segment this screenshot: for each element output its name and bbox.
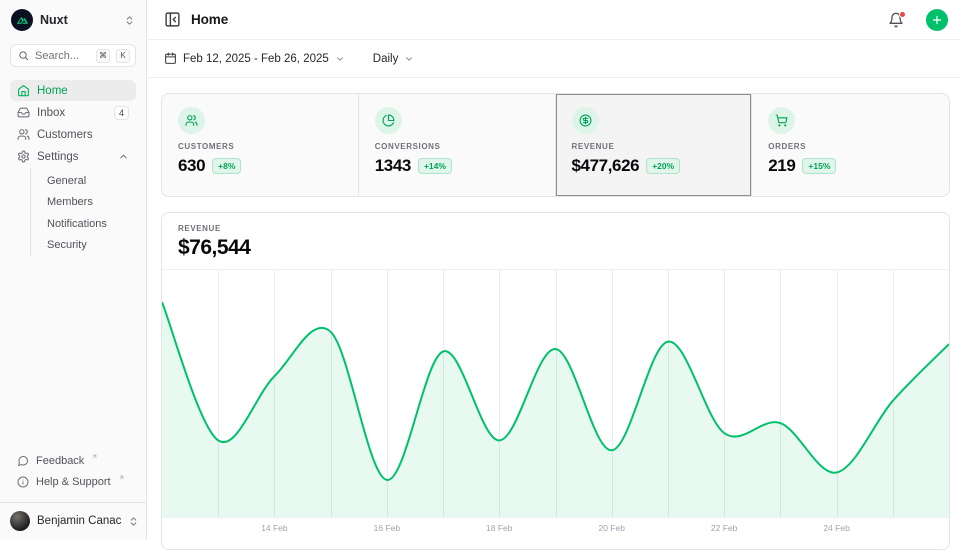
shopping-cart-icon <box>775 114 788 127</box>
collapse-sidebar-button[interactable] <box>164 11 181 28</box>
sidebar-item-members[interactable]: Members <box>31 192 136 214</box>
sidebar: Nuxt Search... ⌘ K Home Inbox 4 Customer… <box>0 0 147 540</box>
sidebar-item-label: Inbox <box>37 107 65 119</box>
granularity-value: Daily <box>373 53 399 65</box>
inbox-count-badge: 4 <box>114 106 129 120</box>
revenue-chart-card: REVENUE $76,544 14 Feb 16 Feb 18 Feb 20 … <box>161 212 950 550</box>
workspace-switcher[interactable]: Nuxt <box>8 9 138 31</box>
workspace-name: Nuxt <box>40 13 117 27</box>
stat-label: CONVERSIONS <box>375 142 539 151</box>
search-placeholder: Search... <box>35 50 90 62</box>
sidebar-item-settings[interactable]: Settings <box>10 146 136 167</box>
users-icon <box>185 114 198 127</box>
nuxt-logo <box>11 9 33 31</box>
stat-label: REVENUE <box>572 142 736 151</box>
sidebar-item-notifications[interactable]: Notifications <box>31 213 136 235</box>
stat-value: 630 <box>178 156 205 176</box>
sidebar-item-general[interactable]: General <box>31 170 136 192</box>
chart-current-value: $76,544 <box>178 236 933 260</box>
chevron-down-icon <box>404 54 414 64</box>
info-icon <box>17 476 29 488</box>
circle-dollar-icon <box>579 114 592 127</box>
chevron-up-icon <box>118 151 129 162</box>
plus-icon <box>931 14 943 26</box>
stat-label: CUSTOMERS <box>178 142 342 151</box>
stat-label: ORDERS <box>768 142 933 151</box>
stat-delta-badge: +20% <box>646 158 680 174</box>
revenue-chart-header: REVENUE $76,544 <box>162 213 949 270</box>
external-arrow-icon <box>118 474 125 481</box>
sidebar-spacer <box>0 256 146 450</box>
user-name: Benjamin Canac <box>37 515 121 527</box>
stat-value: 1343 <box>375 156 411 176</box>
date-range-picker[interactable]: Feb 12, 2025 - Feb 26, 2025 <box>164 52 345 65</box>
main-panel: Home Feb 12, 2025 - Feb 26, 2025 Daily C… <box>148 0 960 540</box>
page-title: Home <box>191 12 878 27</box>
date-range-value: Feb 12, 2025 - Feb 26, 2025 <box>183 53 329 65</box>
stat-card-conversions[interactable]: CONVERSIONS 1343 +14% <box>359 94 556 196</box>
kbd-cmd: ⌘ <box>96 49 110 63</box>
help-support-label: Help & Support <box>36 476 111 488</box>
x-tick-label: 24 Feb <box>823 523 849 533</box>
help-support-link[interactable]: Help & Support <box>10 471 136 492</box>
sidebar-nav: Home Inbox 4 Customers Settings General … <box>0 74 146 256</box>
notification-dot <box>899 11 906 18</box>
x-tick-label: 22 Feb <box>711 523 737 533</box>
user-menu[interactable]: Benjamin Canac <box>0 502 146 540</box>
sidebar-item-inbox[interactable]: Inbox 4 <box>10 102 136 123</box>
settings-submenu: General Members Notifications Security <box>30 168 136 256</box>
chevrons-up-down-icon <box>124 15 135 26</box>
stat-delta-badge: +8% <box>212 158 241 174</box>
users-icon <box>17 128 30 141</box>
add-button[interactable] <box>926 9 948 31</box>
gear-icon <box>17 150 30 163</box>
avatar <box>10 511 30 531</box>
external-arrow-icon <box>91 453 98 460</box>
chevrons-up-down-icon <box>128 516 139 527</box>
stat-card-orders[interactable]: ORDERS 219 +15% <box>752 94 949 196</box>
calendar-icon <box>164 52 177 65</box>
stats-row: CUSTOMERS 630 +8% CONVERSIONS 1343 +14% <box>161 93 950 197</box>
feedback-link[interactable]: Feedback <box>10 450 136 471</box>
stat-card-revenue[interactable]: REVENUE $477,626 +20% <box>556 94 753 196</box>
stat-card-customers[interactable]: CUSTOMERS 630 +8% <box>162 94 359 196</box>
stat-delta-badge: +14% <box>418 158 452 174</box>
x-axis: 14 Feb 16 Feb 18 Feb 20 Feb 22 Feb 24 Fe… <box>162 517 949 541</box>
x-tick-label: 18 Feb <box>486 523 512 533</box>
x-tick-label: 20 Feb <box>598 523 624 533</box>
granularity-select[interactable]: Daily <box>373 53 415 65</box>
x-tick-label: 14 Feb <box>261 523 287 533</box>
dashboard-content: CUSTOMERS 630 +8% CONVERSIONS 1343 +14% <box>148 78 960 550</box>
filters-toolbar: Feb 12, 2025 - Feb 26, 2025 Daily <box>148 40 960 78</box>
sidebar-item-customers[interactable]: Customers <box>10 124 136 145</box>
search-input[interactable]: Search... ⌘ K <box>10 44 136 67</box>
feedback-label: Feedback <box>36 455 84 467</box>
sidebar-item-security[interactable]: Security <box>31 235 136 257</box>
chat-bubble-icon <box>17 455 29 467</box>
sidebar-footer: Feedback Help & Support <box>0 450 146 497</box>
chevron-down-icon <box>335 54 345 64</box>
inbox-icon <box>17 106 30 119</box>
sidebar-item-label: Settings <box>37 151 79 163</box>
stat-value: $477,626 <box>572 156 640 176</box>
search-icon <box>18 50 29 61</box>
chart-title: REVENUE <box>178 224 933 233</box>
sidebar-item-label: Home <box>37 85 68 97</box>
sidebar-item-home[interactable]: Home <box>10 80 136 101</box>
notifications-button[interactable] <box>888 12 904 28</box>
stat-value: 219 <box>768 156 795 176</box>
revenue-area-chart <box>162 270 949 517</box>
kbd-k: K <box>116 49 130 63</box>
page-header: Home <box>148 0 960 40</box>
stat-delta-badge: +15% <box>802 158 836 174</box>
panel-left-close-icon <box>164 11 181 28</box>
sidebar-item-label: Customers <box>37 129 93 141</box>
area-fill <box>162 302 949 517</box>
pie-chart-icon <box>382 114 395 127</box>
revenue-chart-plot <box>162 270 949 517</box>
home-icon <box>17 84 30 97</box>
x-tick-label: 16 Feb <box>374 523 400 533</box>
